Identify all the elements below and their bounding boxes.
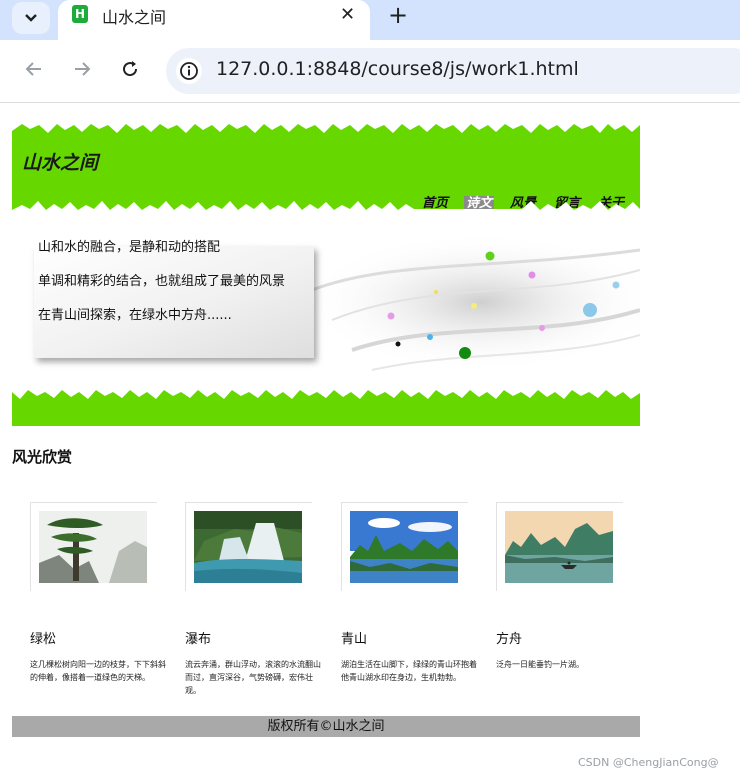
tab-title: 山水之间 bbox=[102, 8, 167, 27]
address-bar[interactable]: 127.0.0.1:8848/course8/js/work1.html bbox=[166, 48, 740, 94]
browser-toolbar: 127.0.0.1:8848/course8/js/work1.html bbox=[0, 40, 740, 103]
grass-bottom-decoration bbox=[12, 201, 640, 212]
boat-on-lake-photo bbox=[505, 511, 613, 583]
csdn-watermark: CSDN @ChengJianCong@ bbox=[578, 756, 719, 769]
card-title: 瀑布 bbox=[185, 632, 212, 647]
close-tab-icon[interactable]: ✕ bbox=[340, 4, 355, 25]
url-text: 127.0.0.1:8848/course8/js/work1.html bbox=[216, 58, 579, 80]
banner-text-card bbox=[34, 246, 314, 358]
thumb-frame bbox=[341, 502, 468, 591]
card-description: 湖泊生活在山脚下，绿绿的青山环抱着他青山湖水印在身边，生机勃勃。 bbox=[341, 660, 477, 682]
chevron-down-icon bbox=[25, 14, 37, 22]
green-mountain-photo bbox=[350, 511, 458, 583]
thumb-frame bbox=[185, 502, 312, 591]
grass-strip-decoration bbox=[12, 388, 640, 399]
banner-line-1: 山和水的融合，是静和动的搭配 bbox=[38, 240, 221, 255]
reload-icon[interactable] bbox=[118, 57, 142, 81]
card-description: 泛舟一日能垂钓一片湖。 bbox=[496, 660, 584, 669]
browser-tab-strip: H 山水之间 ✕ + bbox=[0, 0, 740, 40]
card-title: 绿松 bbox=[30, 632, 57, 647]
banner-line-2: 单调和精彩的结合，也就组成了最美的风景 bbox=[38, 274, 286, 289]
hbuilder-favicon-icon: H bbox=[72, 5, 88, 23]
site-info-icon[interactable] bbox=[176, 58, 202, 84]
card-description: 流云奔涌，群山浮动，滚滚的水流翻山而过，直泻深谷，气势磅礴，宏伟壮观。 bbox=[185, 660, 321, 695]
pine-tree-photo bbox=[39, 511, 147, 583]
site-title: 山水之间 bbox=[22, 152, 99, 174]
forward-arrow-icon[interactable] bbox=[70, 57, 94, 81]
banner-line-3: 在青山间探索，在绿水中方舟...... bbox=[38, 308, 232, 323]
thumb-frame bbox=[30, 502, 157, 591]
section-title: 风光欣赏 bbox=[12, 448, 73, 466]
thumb-frame bbox=[496, 502, 623, 591]
hero-banner: 山和水的融合，是静和动的搭配 单调和精彩的结合，也就组成了最美的风景 在青山间探… bbox=[12, 230, 640, 426]
browser-tab[interactable]: H 山水之间 ✕ bbox=[58, 0, 370, 40]
new-tab-plus-icon[interactable]: + bbox=[387, 1, 409, 29]
site-footer: 版权所有©山水之间 bbox=[12, 716, 640, 737]
web-page: 山水之间 首页 诗文 风景 留言 关于 bbox=[12, 104, 640, 778]
card-title: 青山 bbox=[341, 632, 368, 647]
tab-search-button[interactable] bbox=[12, 2, 50, 34]
back-arrow-icon[interactable] bbox=[22, 57, 46, 81]
card-description: 这几棵松树向阳一边的枝芽，下下斜斜的伸着，像搭着一道绿色的天梯。 bbox=[30, 660, 166, 682]
card-title: 方舟 bbox=[496, 632, 523, 647]
grass-top-decoration bbox=[12, 122, 640, 133]
site-header: 山水之间 首页 诗文 风景 留言 关于 bbox=[12, 122, 640, 212]
waterfall-photo bbox=[194, 511, 302, 583]
banner-grass-strip bbox=[12, 388, 640, 426]
